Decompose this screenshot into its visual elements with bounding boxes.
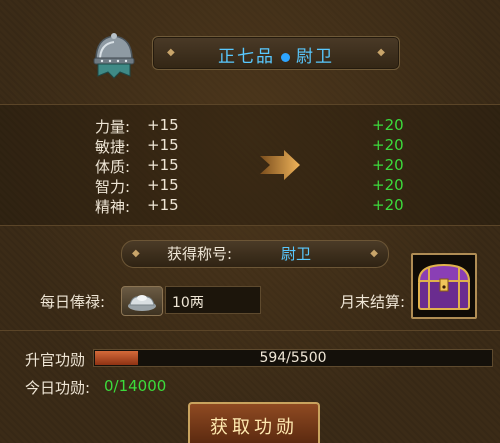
promotion-progress-bar: 594/5500: [93, 349, 493, 367]
salary-field: 10两: [165, 286, 261, 314]
rank-value: 尉卫: [281, 245, 312, 263]
salary-value: 10两: [172, 295, 204, 311]
stat-row: 智力: +15 +20: [0, 176, 500, 196]
arrow-right-icon: [260, 150, 300, 180]
stat-current: +15: [147, 196, 179, 214]
month-end-label: 月末结算:: [340, 293, 406, 311]
rank-plate: ◆ ◆: [121, 240, 389, 268]
stat-current: +15: [147, 136, 179, 154]
stat-current: +15: [147, 156, 179, 174]
salary-label: 每日俸禄:: [40, 293, 106, 311]
today-label: 今日功勋:: [25, 379, 91, 397]
ornament-right-icon: ◆: [377, 47, 385, 58]
stat-next: +20: [372, 196, 404, 214]
stat-current: +15: [147, 116, 179, 134]
stat-next: +20: [372, 116, 404, 134]
rank-label: 获得称号:: [167, 245, 233, 263]
stat-name: 敏捷:: [95, 138, 131, 156]
ornament-left-icon: ◆: [132, 248, 140, 259]
today-value: 0/14000: [104, 377, 167, 395]
rank-name: 尉卫: [296, 47, 334, 67]
silver-ingot-icon: [128, 295, 156, 311]
stat-row: 敏捷: +15 +20: [0, 136, 500, 156]
stat-name: 智力:: [95, 178, 131, 196]
rank-title: 正七品 尉卫: [153, 42, 399, 67]
get-merit-button-label: 获取功勋: [210, 417, 298, 438]
rank-grade: 正七品: [218, 47, 275, 67]
stat-next: +20: [372, 176, 404, 194]
helmet-icon: [93, 33, 135, 79]
stat-row: 力量: +15 +20: [0, 116, 500, 136]
get-merit-button[interactable]: 获取功勋: [188, 402, 320, 443]
dot-icon: [281, 52, 290, 62]
stat-next: +20: [372, 136, 404, 154]
stat-row: 体质: +15 +20: [0, 156, 500, 176]
stat-name: 精神:: [95, 198, 131, 216]
treasure-chest-slot[interactable]: [411, 253, 477, 319]
stat-current: +15: [147, 176, 179, 194]
silver-ingot-icon: [121, 286, 163, 316]
stat-name: 力量:: [95, 118, 131, 136]
promotion-label: 升官功勋: [25, 351, 86, 369]
rank-title-plate: ◆ 正七品 尉卫 ◆: [152, 36, 400, 70]
promotion-progress-text: 594/5500: [259, 350, 327, 366]
stat-next: +20: [372, 156, 404, 174]
treasure-chest-icon: [417, 263, 471, 310]
stat-row: 精神: +15 +20: [0, 196, 500, 216]
stat-name: 体质:: [95, 158, 131, 176]
ornament-right-icon: ◆: [370, 248, 378, 259]
